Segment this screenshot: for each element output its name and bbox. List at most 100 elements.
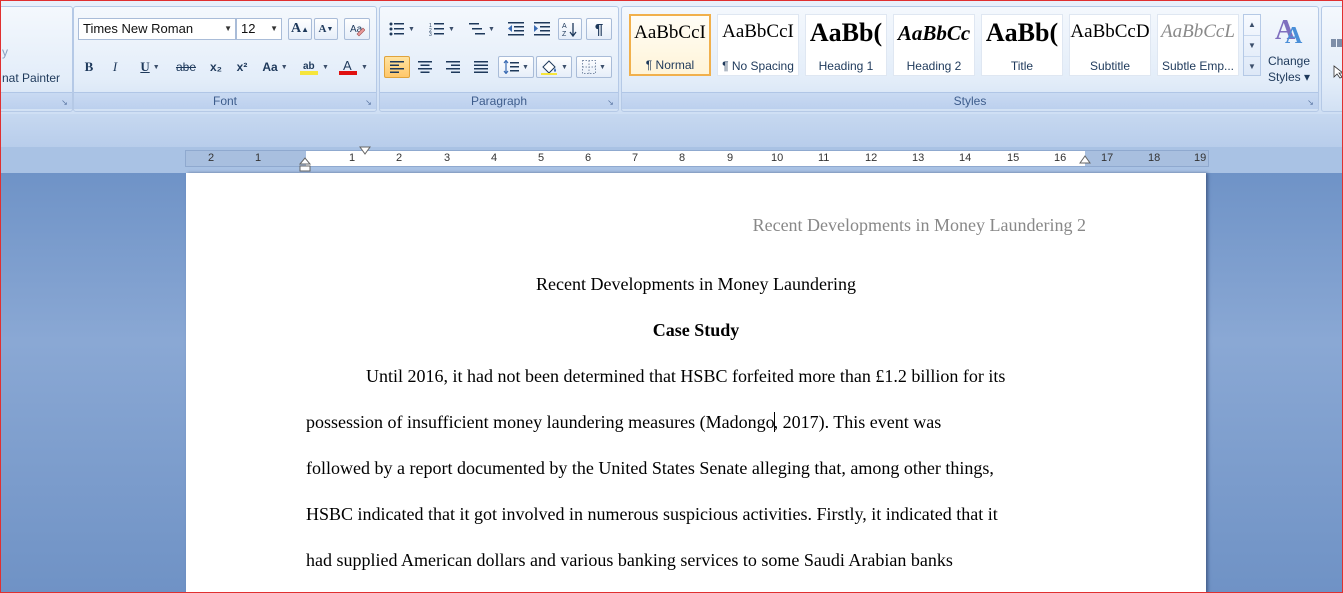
font-name-select[interactable]: Times New Roman ▼ (78, 18, 236, 40)
style-title[interactable]: AaBb( Title (981, 14, 1063, 76)
ruler-label: 17 (1101, 152, 1114, 164)
style-name: Subtitle (1089, 59, 1131, 73)
font-launcher-icon[interactable]: ↘ (364, 98, 373, 107)
document-title: Recent Developments in Money Laundering (536, 274, 856, 294)
bullet-list-icon (389, 22, 405, 36)
justify-button[interactable] (468, 56, 494, 78)
select-cursor-icon[interactable] (1332, 65, 1343, 79)
font-group-label: Font (74, 92, 376, 109)
clear-formatting-button[interactable]: Aa (344, 18, 370, 40)
ruler-label: 4 (491, 152, 498, 164)
italic-button[interactable]: I (104, 56, 126, 78)
clipboard-launcher-icon[interactable]: ↘ (60, 98, 69, 107)
style-name: Heading 1 (818, 59, 874, 73)
ruler-label: 19 (1194, 152, 1207, 164)
left-indent-marker-icon[interactable] (299, 157, 313, 173)
running-head: Recent Developments in Money Laundering … (752, 215, 1086, 235)
chevron-down-icon: ▼ (152, 63, 160, 71)
scroll-up-icon[interactable]: ▲ (1244, 15, 1260, 36)
document-page[interactable]: Recent Developments in Money Laundering … (186, 173, 1206, 592)
paint-bucket-icon (541, 60, 558, 75)
style-preview: AaBbCcI (634, 22, 706, 43)
change-styles-button[interactable]: A A Change Styles ▾ (1265, 13, 1313, 89)
shrink-font-button[interactable]: A ▼ (314, 18, 338, 40)
ruler-label: 1 (349, 152, 356, 164)
clipboard-group: y nat Painter ↘ (1, 6, 73, 112)
increase-indent-button[interactable] (530, 18, 554, 40)
underline-button[interactable]: U ▼ (132, 56, 168, 78)
style-subtitle[interactable]: AaBbCcD Subtitle (1069, 14, 1151, 76)
gallery-more-icon[interactable]: ▼ (1244, 57, 1260, 77)
ruler-label: 7 (632, 152, 639, 164)
chevron-down-icon: ▼ (224, 24, 232, 33)
paragraph-text: possession of insufficient money launder… (306, 412, 775, 432)
highlight-color-button[interactable]: ab ▼ (296, 56, 332, 78)
ruler-label: 1 (255, 152, 262, 164)
chevron-down-icon: ▼ (270, 24, 278, 33)
style-gallery-scroll[interactable]: ▲ ▼ ▼ (1243, 14, 1261, 76)
font-size-select[interactable]: 12 ▼ (236, 18, 282, 40)
ruler-label: 13 (912, 152, 925, 164)
svg-text:A: A (1285, 23, 1303, 47)
chevron-down-icon: ▼ (561, 63, 568, 71)
underline-label: U (140, 59, 150, 74)
ruler-label: 6 (585, 152, 592, 164)
multilevel-list-icon (469, 23, 486, 35)
scroll-down-icon[interactable]: ▼ (1244, 36, 1260, 57)
decrease-indent-button[interactable] (504, 18, 528, 40)
ruler-label: 3 (444, 152, 451, 164)
bold-button[interactable]: B (78, 56, 100, 78)
first-line-indent-marker-icon[interactable] (359, 146, 373, 156)
style-no-spacing[interactable]: AaBbCcI ¶ No Spacing (717, 14, 799, 76)
paragraph-launcher-icon[interactable]: ↘ (606, 98, 615, 107)
clear-formatting-icon: Aa (350, 24, 365, 37)
font-color-icon: A (339, 58, 358, 75)
justify-icon (474, 61, 488, 73)
copy-label-fragment: y (2, 45, 8, 59)
ruler-label: 12 (865, 152, 878, 164)
style-heading-1[interactable]: AaBb( Heading 1 (805, 14, 887, 76)
ruler-label: 9 (727, 152, 734, 164)
horizontal-ruler[interactable]: 2 1 1 2 3 4 5 6 7 8 9 10 11 12 13 14 15 … (185, 150, 1209, 167)
chevron-down-icon: ▼ (408, 25, 415, 33)
strikethrough-button[interactable]: abe (172, 56, 200, 78)
chevron-down-icon: ▼ (361, 63, 368, 71)
chevron-down-icon: ▼ (488, 25, 495, 33)
chevron-down-icon: ▼ (322, 63, 329, 71)
style-preview: AaBbCcI (722, 21, 794, 42)
change-styles-label-1: Change (1267, 54, 1311, 68)
paragraph-line: followed by a report documented by the U… (306, 458, 994, 478)
shading-button[interactable]: ▼ (536, 56, 572, 78)
styles-group-label: Styles (622, 92, 1318, 109)
superscript-button[interactable]: x² (230, 56, 254, 78)
sort-button[interactable]: A Z (558, 18, 582, 40)
find-icon[interactable] (1330, 37, 1343, 51)
multilevel-list-button[interactable]: ▼ (464, 18, 500, 40)
numbering-button[interactable]: 1 2 3 ▼ (424, 18, 460, 40)
increase-indent-icon (534, 22, 550, 36)
format-painter-button[interactable]: nat Painter (2, 71, 60, 85)
show-formatting-marks-button[interactable]: ¶ (586, 18, 612, 40)
ruler-label: 8 (679, 152, 686, 164)
align-right-button[interactable] (440, 56, 466, 78)
borders-button[interactable]: ▼ (576, 56, 612, 78)
align-left-button[interactable] (384, 56, 410, 78)
grow-font-button[interactable]: A ▲ (288, 18, 312, 40)
align-center-button[interactable] (412, 56, 438, 78)
paragraph-line: HSBC indicated that it got involved in n… (306, 504, 998, 524)
change-case-button[interactable]: Aa ▼ (258, 56, 292, 78)
subscript-button[interactable]: x₂ (204, 56, 228, 78)
bullets-button[interactable]: ▼ (384, 18, 420, 40)
change-styles-label-2: Styles ▾ (1267, 70, 1311, 84)
font-color-button[interactable]: A ▼ (336, 56, 370, 78)
sort-icon: A Z (562, 23, 577, 37)
styles-launcher-icon[interactable]: ↘ (1306, 98, 1315, 107)
right-indent-marker-icon[interactable] (1079, 155, 1093, 165)
line-spacing-button[interactable]: ▼ (498, 56, 534, 78)
style-heading-2[interactable]: AaBbCc Heading 2 (893, 14, 975, 76)
ribbon-bottom-band (1, 114, 1342, 148)
style-normal[interactable]: AaBbCcI ¶ Normal (629, 14, 711, 76)
font-name-value: Times New Roman (83, 21, 194, 36)
style-subtle-emphasis[interactable]: AaBbCcL Subtle Emp... (1157, 14, 1239, 76)
svg-text:A: A (562, 23, 567, 30)
